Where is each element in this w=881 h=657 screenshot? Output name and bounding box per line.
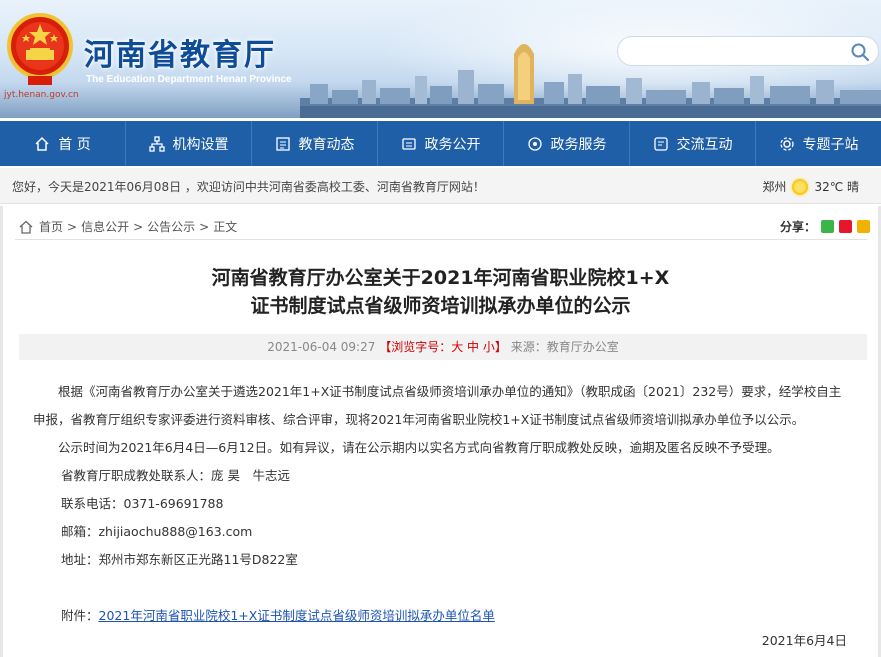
nav-item-label: 政务公开 [424, 136, 481, 153]
national-emblem-logo [7, 13, 73, 85]
home-icon [35, 136, 49, 151]
font-size-label: 【浏览字号： [379, 340, 452, 354]
sign-date: 2021年6月4日 [761, 633, 847, 648]
article-meta: 2021-06-04 09:27 【浏览字号：大 中 小】 来源：教育厅办公室 [19, 334, 867, 360]
search-input[interactable] [632, 42, 842, 60]
font-size-large-link[interactable]: 大 [451, 340, 463, 354]
breadcrumb-notices[interactable]: 公告公示 [147, 218, 195, 235]
font-size-switcher: 【浏览字号：大 中 小】 [379, 340, 507, 354]
nav-item-label: 首 页 [58, 136, 91, 153]
attachment-link[interactable]: 2021年河南省职业院校1+X证书制度试点省级师资培训拟承办单位名单 [99, 608, 495, 623]
settings-icon [779, 136, 794, 151]
search-icon[interactable] [850, 42, 870, 62]
nav-item-gov-affairs[interactable]: 政务公开 [378, 121, 504, 166]
greeting-text: 您好，今天是2021年06月08日 ，欢迎访问中共河南省委高校工委、河南省教育厅… [12, 180, 485, 194]
nav-item-label: 政务服务 [550, 136, 607, 153]
nav-item-label: 专题子站 [802, 136, 859, 153]
search-box [617, 36, 879, 66]
chat-icon [653, 136, 668, 151]
article-title-line1: 河南省教育厅办公室关于2021年河南省职业院校1+X [211, 267, 670, 289]
nav-item-label: 教育动态 [298, 136, 355, 153]
site-url: jyt.henan.gov.cn [4, 90, 79, 100]
font-size-small-link[interactable]: 小 [483, 340, 495, 354]
sun-icon [792, 178, 809, 195]
nav-item-label: 机构设置 [172, 136, 229, 153]
nav-item-organization[interactable]: 机构设置 [126, 121, 252, 166]
font-size-medium-link[interactable]: 中 [467, 340, 479, 354]
weather-temp: 32℃ 晴 [814, 180, 859, 194]
breadcrumb-home[interactable]: 首页 [39, 218, 63, 235]
weibo-icon[interactable] [839, 220, 852, 233]
phone-line: 联系电话：0371-69691788 [61, 496, 224, 511]
nav-item-special-topics[interactable]: 专题子站 [756, 121, 881, 166]
qq-icon[interactable] [857, 220, 870, 233]
paragraph: 根据《河南省教育厅办公室关于遴选2021年1+X证书制度试点省级师资培训承办单位… [33, 384, 842, 427]
main-nav: 首 页 机构设置 教育动态 政务公开 政务服务 交流互动 专题子站 [0, 121, 881, 166]
attachment-label: 附件： [61, 608, 99, 623]
weather-widget: 郑州 32℃ 晴 [762, 178, 859, 195]
nav-item-label: 交流互动 [676, 136, 733, 153]
nav-item-gov-services[interactable]: 政务服务 [504, 121, 630, 166]
publish-date: 2021-06-04 09:27 [267, 340, 376, 354]
font-size-end: 】 [494, 340, 507, 354]
article-title-line2: 证书制度试点省级师资培训拟承办单位的公示 [250, 295, 631, 317]
wechat-icon[interactable] [821, 220, 834, 233]
breadcrumb-separator: > [199, 219, 210, 234]
share-bar: 分享： [780, 218, 870, 235]
article-body: 根据《河南省教育厅办公室关于遴选2021年1+X证书制度试点省级师资培训承办单位… [33, 378, 853, 630]
service-icon [527, 136, 542, 151]
site-subtitle: The Education Department Henan Province [86, 74, 292, 85]
nav-item-news[interactable]: 教育动态 [252, 121, 378, 166]
breadcrumb-separator: > [67, 219, 78, 234]
weather-city: 郑州 [762, 180, 787, 194]
breadcrumb-current: 正文 [213, 220, 238, 234]
article-container: 首页 > 信息公开 > 公告公示 > 正文 分享： 河南省教育厅办公室关于202… [0, 206, 881, 657]
site-title: 河南省教育厅 [84, 38, 276, 73]
breadcrumb-separator: > [133, 219, 144, 234]
address-line: 地址：郑州市郑东新区正光路11号D822室 [61, 552, 298, 567]
greeting-bar: 您好，今天是2021年06月08日 ，欢迎访问中共河南省委高校工委、河南省教育厅… [0, 168, 881, 204]
paragraph: 公示时间为2021年6月4日—6月12日。如有异议，请在公示期内以实名方式向省教… [58, 440, 780, 455]
header-banner: jyt.henan.gov.cn 河南省教育厅 The Education De… [0, 0, 881, 118]
news-icon [275, 136, 290, 151]
email-line: 邮箱：zhijiaochu888@163.com [61, 524, 253, 539]
share-label: 分享： [779, 220, 816, 234]
breadcrumb-info-public[interactable]: 信息公开 [81, 218, 129, 235]
article-source: 来源：教育厅办公室 [510, 340, 619, 354]
document-icon [401, 137, 416, 150]
attachment-line: 附件：2021年河南省职业院校1+X证书制度试点省级师资培训拟承办单位名单 [33, 602, 853, 630]
nav-item-interaction[interactable]: 交流互动 [630, 121, 756, 166]
nav-item-home[interactable]: 首 页 [0, 121, 126, 166]
org-chart-icon [148, 135, 165, 152]
breadcrumb: 首页 > 信息公开 > 公告公示 > 正文 [19, 218, 237, 235]
home-icon [19, 220, 33, 234]
contact-line: 省教育厅职成教处联系人：庞 昊 牛志远 [61, 468, 290, 483]
divider [15, 239, 867, 240]
article-title: 河南省教育厅办公室关于2021年河南省职业院校1+X 证书制度试点省级师资培训拟… [3, 264, 878, 320]
